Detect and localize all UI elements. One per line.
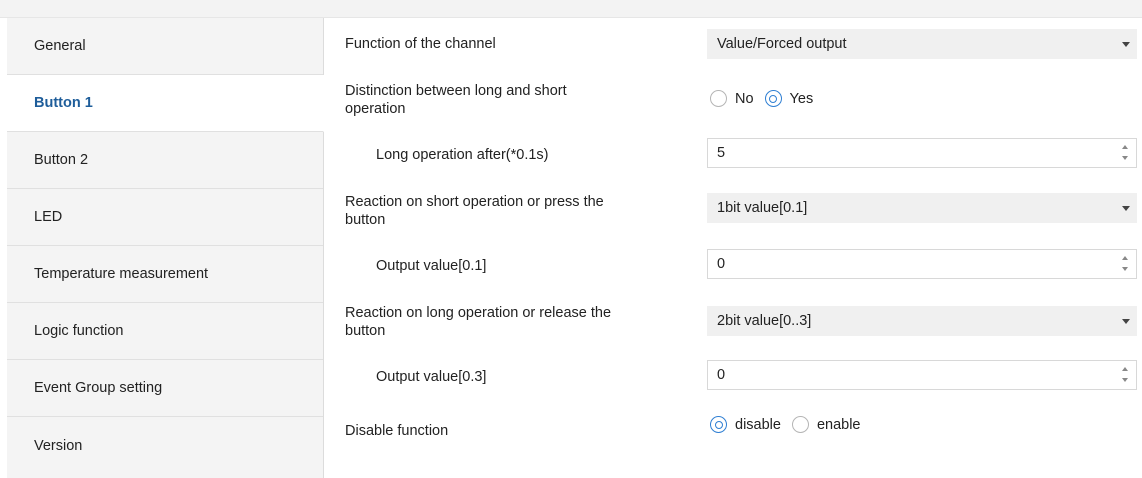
spin-arrows[interactable] [1122, 366, 1130, 386]
param-label: Distinction between long and short opera… [345, 82, 567, 118]
top-strip [0, 0, 1142, 18]
param-label: Reaction on long operation or release th… [345, 304, 611, 340]
chevron-down-icon [1122, 319, 1130, 324]
sidebar: General Button 1 Button 2 LED Temperatur… [0, 18, 324, 478]
sidebar-item-logic-function[interactable]: Logic function [7, 303, 323, 360]
param-label: Long operation after(*0.1s) [376, 147, 549, 163]
chevron-down-icon [1122, 206, 1130, 211]
radio-checked-icon [710, 416, 727, 433]
reaction-long-select[interactable]: 2bit value[0..3] [707, 306, 1137, 336]
spin-arrows[interactable] [1122, 255, 1130, 275]
sidebar-item-version[interactable]: Version [7, 417, 323, 474]
function-channel-select[interactable]: Value/Forced output [707, 29, 1137, 59]
radio-disable[interactable]: disable [710, 416, 781, 433]
param-label-line1: Distinction between long and short [345, 83, 567, 99]
param-label-line1: Reaction on short operation or press the [345, 194, 604, 210]
long-operation-spinbox[interactable]: 5 [707, 138, 1137, 168]
reaction-short-select[interactable]: 1bit value[0.1] [707, 193, 1137, 223]
select-value: Value/Forced output [717, 36, 847, 52]
output-value-1-spinbox[interactable]: 0 [707, 249, 1137, 279]
radio-unchecked-icon [710, 90, 727, 107]
output-value-2-spinbox[interactable]: 0 [707, 360, 1137, 390]
chevron-down-icon [1122, 42, 1130, 47]
spin-up-icon[interactable] [1122, 145, 1128, 149]
radio-label: No [735, 90, 754, 107]
radio-yes[interactable]: Yes [764, 90, 814, 107]
param-label: Reaction on short operation or press the… [345, 193, 604, 229]
radio-label: Yes [789, 90, 814, 107]
sidebar-item-label: Version [34, 437, 83, 454]
spin-down-icon[interactable] [1122, 378, 1128, 382]
sidebar-item-label: Logic function [34, 323, 124, 339]
distinction-radio-group: No Yes [710, 90, 824, 107]
select-value: 1bit value[0.1] [717, 200, 808, 216]
param-label: Disable function [345, 423, 449, 439]
param-label-line2: button [345, 323, 386, 339]
sidebar-item-led[interactable]: LED [7, 189, 323, 246]
sidebar-item-event-group-setting[interactable]: Event Group setting [7, 360, 323, 417]
select-value: 2bit value[0..3] [717, 313, 812, 329]
spin-up-icon[interactable] [1122, 367, 1128, 371]
sidebar-item-temperature-measurement[interactable]: Temperature measurement [7, 246, 323, 303]
spin-value: 0 [717, 367, 726, 383]
sidebar-item-button-2[interactable]: Button 2 [7, 132, 323, 189]
param-label: Output value[0.1] [376, 258, 487, 274]
sidebar-item-label: Button 2 [34, 152, 89, 168]
sidebar-item-general[interactable]: General [7, 18, 323, 75]
spin-up-icon[interactable] [1122, 256, 1128, 260]
radio-no[interactable]: No [710, 90, 754, 107]
radio-label: enable [816, 416, 861, 433]
sidebar-item-label: Temperature measurement [34, 266, 209, 282]
param-label: Function of the channel [345, 36, 496, 52]
radio-unchecked-icon [791, 416, 809, 433]
param-label-line1: Reaction on long operation or release th… [345, 305, 612, 321]
spin-value: 5 [717, 145, 726, 161]
sidebar-item-label: Button 1 [34, 95, 93, 111]
spin-value: 0 [717, 256, 726, 272]
radio-enable[interactable]: enable [791, 416, 861, 433]
param-label-line2: operation [345, 101, 406, 117]
disable-function-radio-group: disable enable [710, 416, 872, 433]
sidebar-item-label: General [34, 38, 86, 54]
spin-down-icon[interactable] [1122, 267, 1128, 271]
parameter-panel: Function of the channel Value/Forced out… [324, 18, 1142, 478]
param-label: Output value[0.3] [376, 369, 487, 385]
sidebar-item-button-1[interactable]: Button 1 [7, 75, 324, 132]
radio-checked-icon [764, 90, 782, 107]
radio-label: disable [735, 416, 781, 433]
sidebar-item-label: Event Group setting [34, 380, 163, 396]
spin-arrows[interactable] [1122, 144, 1130, 164]
spin-down-icon[interactable] [1122, 156, 1128, 160]
param-label-line2: button [345, 212, 386, 228]
sidebar-item-label: LED [34, 209, 63, 225]
